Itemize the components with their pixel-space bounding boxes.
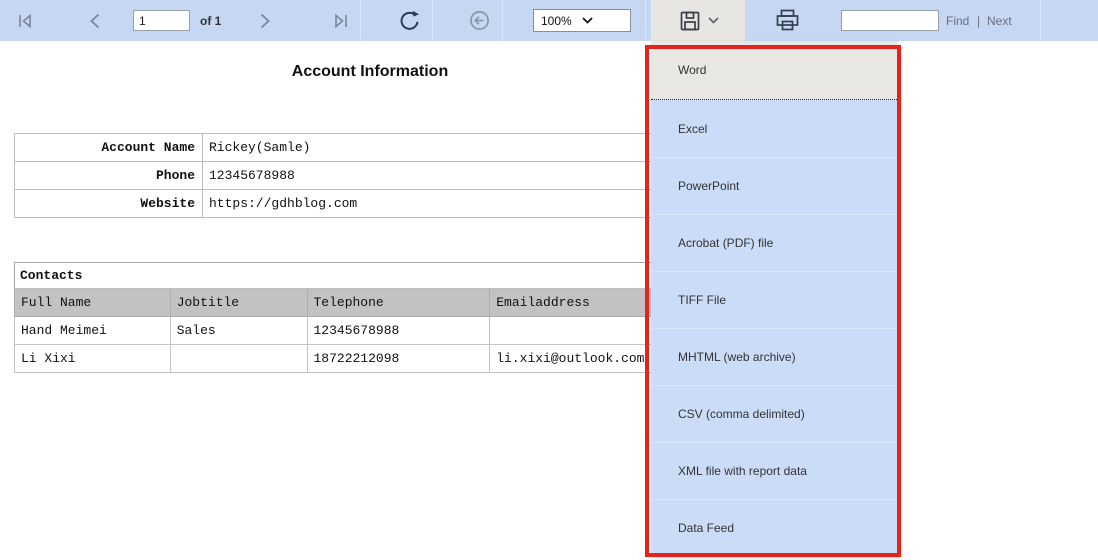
column-header: Telephone	[307, 289, 490, 317]
find-text-input[interactable]	[841, 10, 939, 31]
table-row: Phone 12345678988	[15, 162, 740, 190]
previous-page-icon	[86, 11, 104, 31]
table-cell: 18722212098	[307, 345, 490, 373]
refresh-button[interactable]	[395, 0, 425, 41]
contacts-table: Contacts Full Name Jobtitle Telephone Em…	[14, 262, 740, 373]
toolbar-divider	[432, 0, 433, 41]
table-cell: Hand Meimei	[15, 317, 171, 345]
menu-item-csv[interactable]: CSV (comma delimited)	[651, 385, 897, 442]
phone-label: Phone	[15, 162, 203, 190]
column-header: Jobtitle	[170, 289, 307, 317]
table-row: Website https://gdhblog.com	[15, 190, 740, 218]
table-cell	[170, 345, 307, 373]
report-title: Account Information	[0, 63, 740, 81]
next-page-icon	[256, 11, 274, 31]
find-next-separator: |	[977, 0, 980, 41]
menu-item-powerpoint[interactable]: PowerPoint	[651, 157, 897, 214]
menu-item-pdf[interactable]: Acrobat (PDF) file	[651, 214, 897, 271]
first-page-icon	[14, 10, 36, 32]
menu-item-word[interactable]: Word	[651, 41, 897, 100]
export-format-menu: Word Excel PowerPoint Acrobat (PDF) file…	[651, 41, 897, 557]
save-icon	[678, 9, 702, 33]
table-cell: 12345678988	[307, 317, 490, 345]
toolbar-divider	[645, 0, 646, 41]
account-info-table: Account Name Rickey(Samle) Phone 1234567…	[14, 133, 740, 218]
table-cell: Li Xixi	[15, 345, 171, 373]
table-cell: Sales	[170, 317, 307, 345]
menu-item-excel[interactable]: Excel	[651, 100, 897, 157]
menu-item-tiff[interactable]: TIFF File	[651, 271, 897, 328]
chevron-down-icon	[582, 17, 623, 24]
print-icon	[775, 8, 800, 33]
toolbar-divider	[502, 0, 503, 41]
toolbar-divider	[360, 0, 361, 41]
first-page-button[interactable]	[8, 0, 42, 41]
report-canvas: Account Information Account Name Rickey(…	[0, 41, 1098, 560]
find-next-button[interactable]: Next	[987, 0, 1012, 41]
zoom-value: 100%	[541, 14, 582, 28]
zoom-select[interactable]: 100%	[533, 9, 631, 32]
column-header: Full Name	[15, 289, 171, 317]
refresh-icon	[398, 9, 422, 33]
print-button[interactable]	[770, 0, 804, 41]
next-page-button[interactable]	[250, 0, 280, 41]
export-save-button[interactable]	[651, 0, 745, 41]
last-page-icon	[330, 10, 352, 32]
table-row: Account Name Rickey(Samle)	[15, 134, 740, 162]
last-page-button[interactable]	[324, 0, 358, 41]
website-label: Website	[15, 190, 203, 218]
account-name-label: Account Name	[15, 134, 203, 162]
menu-item-mhtml[interactable]: MHTML (web archive)	[651, 328, 897, 385]
menu-item-xml[interactable]: XML file with report data	[651, 442, 897, 499]
page-number-input[interactable]	[133, 10, 190, 31]
menu-item-data-feed[interactable]: Data Feed	[651, 499, 897, 556]
contacts-title: Contacts	[15, 263, 740, 289]
page-count-label: of 1	[200, 0, 221, 41]
previous-page-button[interactable]	[80, 0, 110, 41]
contacts-title-row: Contacts	[15, 263, 740, 289]
toolbar-divider	[1040, 0, 1041, 41]
contacts-header-row: Full Name Jobtitle Telephone Emailaddres…	[15, 289, 740, 317]
back-to-parent-button[interactable]	[464, 0, 494, 41]
find-button[interactable]: Find	[946, 0, 969, 41]
table-row: Li Xixi 18722212098 li.xixi@outlook.com	[15, 345, 740, 373]
table-row: Hand Meimei Sales 12345678988	[15, 317, 740, 345]
report-viewer-toolbar: of 1	[0, 0, 1098, 41]
back-arrow-icon	[468, 9, 491, 32]
chevron-down-icon	[708, 17, 719, 24]
